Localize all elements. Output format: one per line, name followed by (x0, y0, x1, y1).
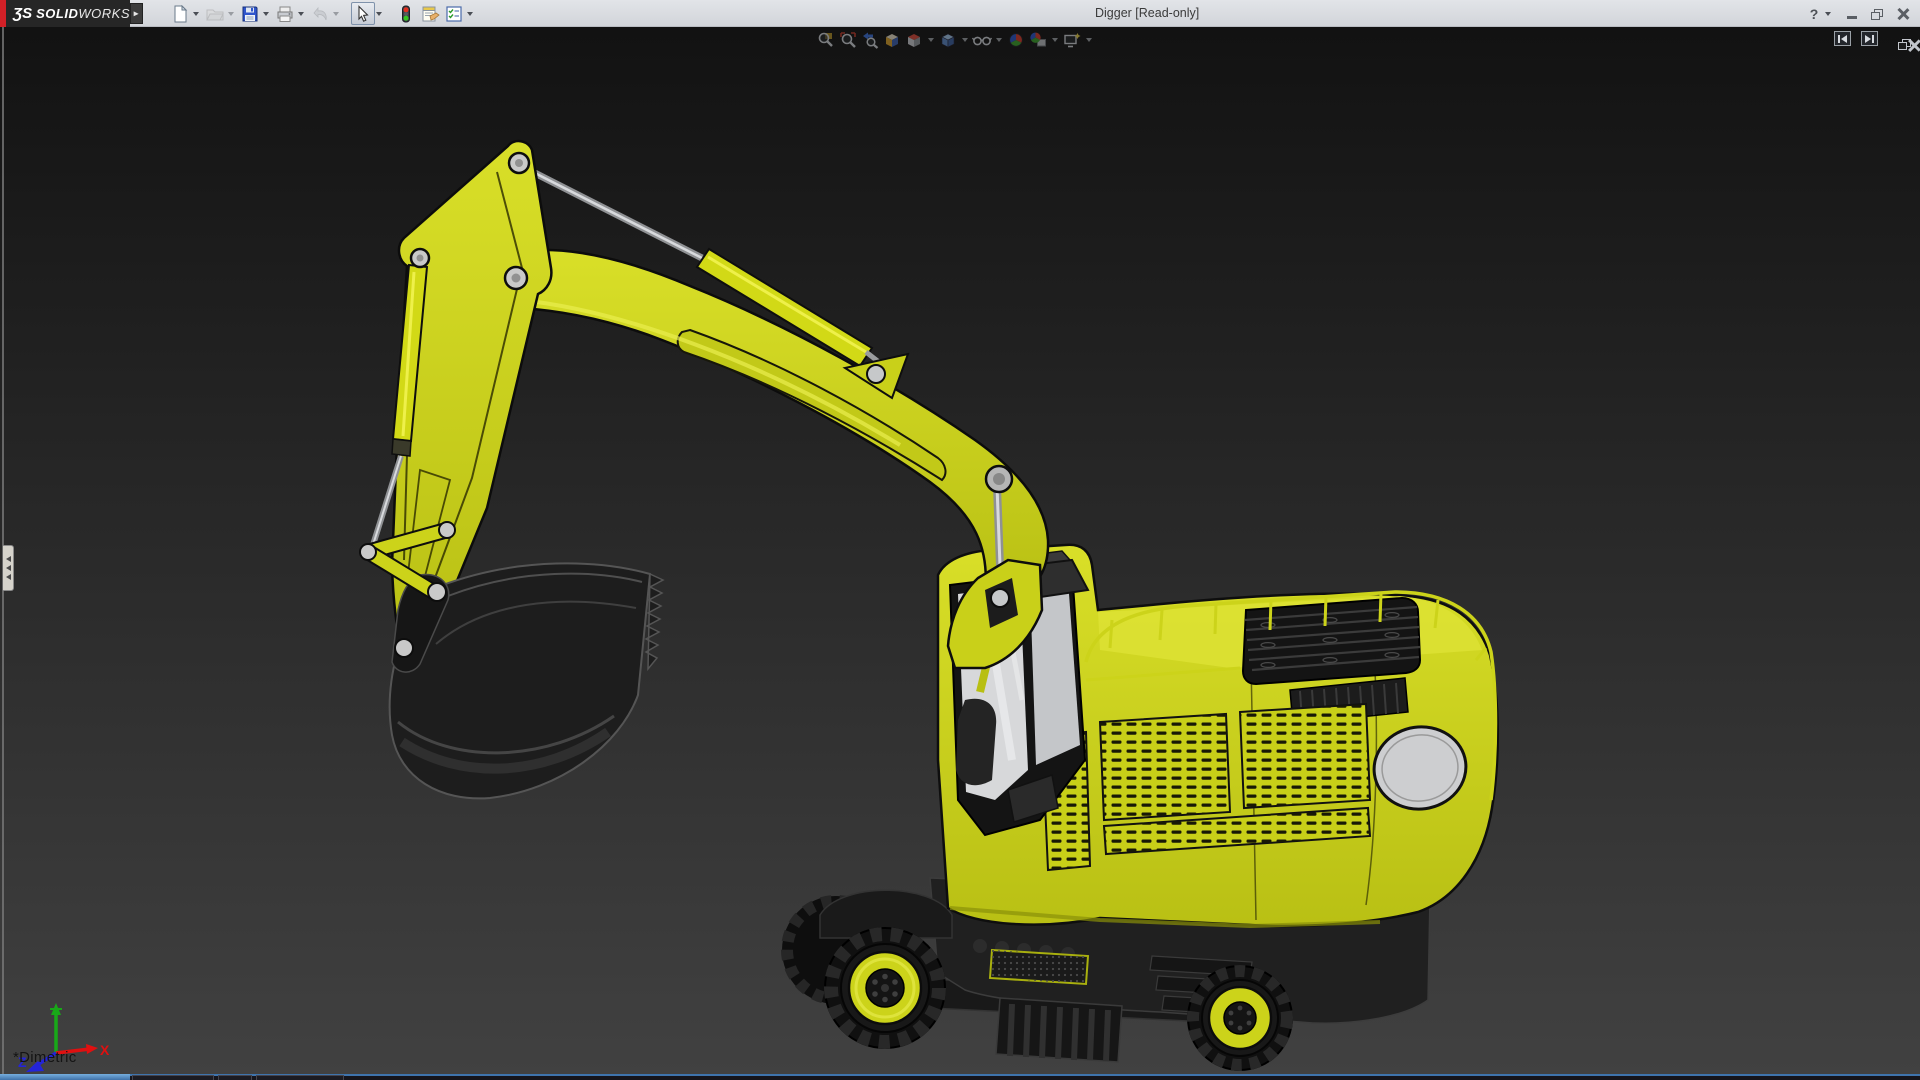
eyeglasses-icon (972, 31, 992, 49)
save-button[interactable] (238, 2, 262, 25)
graphics-viewport[interactable]: X Z *Dimetric (0, 27, 1920, 1074)
section-view-button[interactable] (881, 30, 903, 50)
restore-icon[interactable] (1869, 6, 1885, 22)
collapse-pane-left-button[interactable] (1834, 31, 1851, 46)
select-tool-button[interactable] (351, 2, 375, 25)
edit-appearance-button[interactable] (1005, 30, 1027, 50)
section-cube-icon (883, 31, 901, 49)
minimize-icon[interactable] (1844, 6, 1860, 22)
color-sphere-icon (1007, 31, 1025, 49)
flyout-arrow-icon (6, 556, 11, 562)
zoom-to-fit-button[interactable] (815, 30, 837, 50)
flyout-arrow-icon (6, 565, 11, 571)
select-dropdown[interactable] (376, 12, 382, 16)
previous-view-button[interactable] (859, 30, 881, 50)
help-icon[interactable]: ? (1806, 6, 1822, 22)
taskbar-button[interactable] (218, 1075, 252, 1080)
solidworks-logo-glyph: ƷS (13, 5, 32, 22)
taskbar-edge[interactable] (0, 1074, 1920, 1080)
brand-red-stripe (0, 0, 6, 27)
options-dropdown[interactable] (467, 12, 473, 16)
taskbar-start-segment[interactable] (0, 1074, 130, 1080)
new-document-icon (171, 5, 189, 23)
front-right-wheel (1188, 966, 1292, 1070)
scene-sphere-icon (1029, 31, 1047, 49)
print-dropdown[interactable] (298, 12, 304, 16)
flyout-arrow-icon (6, 574, 11, 580)
new-document-button[interactable] (168, 2, 192, 25)
traffic-light-icon (397, 5, 415, 23)
chevron-right-icon: ▶ (134, 10, 139, 17)
undo-dropdown[interactable] (333, 12, 339, 16)
triad-x-label: X (100, 1042, 110, 1058)
excavator-model[interactable] (0, 27, 1920, 1074)
taskbar-button[interactable] (256, 1075, 344, 1080)
undo-button[interactable] (308, 2, 332, 25)
shaded-cube-icon (939, 31, 957, 49)
document-window-controls (1834, 31, 1908, 46)
title-bar: ƷS SOLIDWORKS ▶ (0, 0, 1920, 27)
save-floppy-icon (241, 5, 259, 23)
printer-icon (276, 5, 294, 23)
select-cursor-icon (354, 5, 372, 23)
seat (956, 699, 996, 785)
zoom-to-area-button[interactable] (837, 30, 859, 50)
front-left-wheel (825, 928, 945, 1048)
view-orientation-dropdown[interactable] (928, 38, 934, 42)
brand-name-light: WORKS (78, 6, 130, 21)
heads-up-view-toolbar (815, 30, 1095, 50)
rebuild-button[interactable] (394, 2, 418, 25)
document-title: Digger [Read-only] (1095, 6, 1199, 20)
orientation-cube-icon (905, 31, 923, 49)
brand-name-bold: SOLID (36, 6, 78, 21)
standard-toolbar (160, 0, 477, 27)
view-orientation-label: *Dimetric (13, 1049, 77, 1066)
collapse-pane-right-button[interactable] (1861, 31, 1878, 46)
hide-show-items-dropdown[interactable] (996, 38, 1002, 42)
new-dropdown[interactable] (193, 12, 199, 16)
open-dropdown[interactable] (228, 12, 234, 16)
magnifier-fit-icon (817, 31, 835, 49)
save-dropdown[interactable] (263, 12, 269, 16)
taskbar-button[interactable] (132, 1075, 214, 1080)
help-dropdown[interactable] (1825, 12, 1831, 16)
file-properties-icon (421, 5, 440, 23)
magnifier-back-arrow-icon (861, 31, 879, 49)
view-settings-button[interactable] (1061, 30, 1083, 50)
close-icon[interactable] (1894, 6, 1910, 22)
options-checklist-icon (445, 5, 463, 23)
file-properties-button[interactable] (418, 2, 442, 25)
view-orientation-button[interactable] (903, 30, 925, 50)
view-settings-icon (1063, 31, 1081, 49)
print-button[interactable] (273, 2, 297, 25)
solidworks-logo: ƷS SOLIDWORKS (0, 0, 130, 27)
open-button[interactable] (203, 2, 227, 25)
view-settings-dropdown[interactable] (1086, 38, 1092, 42)
options-button[interactable] (442, 2, 466, 25)
magnifier-area-icon (839, 31, 857, 49)
window-controls: ? (1806, 3, 1910, 24)
hide-show-items-button[interactable] (971, 30, 993, 50)
feature-tree-flyout-tab[interactable] (3, 545, 14, 591)
menu-flyout-button[interactable]: ▶ (130, 3, 143, 24)
display-style-dropdown[interactable] (962, 38, 968, 42)
open-folder-icon (206, 5, 224, 23)
display-style-button[interactable] (937, 30, 959, 50)
solidworks-window: ƷS SOLIDWORKS ▶ (0, 0, 1920, 1080)
apply-scene-dropdown[interactable] (1052, 38, 1058, 42)
undo-arrow-icon (311, 5, 329, 23)
apply-scene-button[interactable] (1027, 30, 1049, 50)
